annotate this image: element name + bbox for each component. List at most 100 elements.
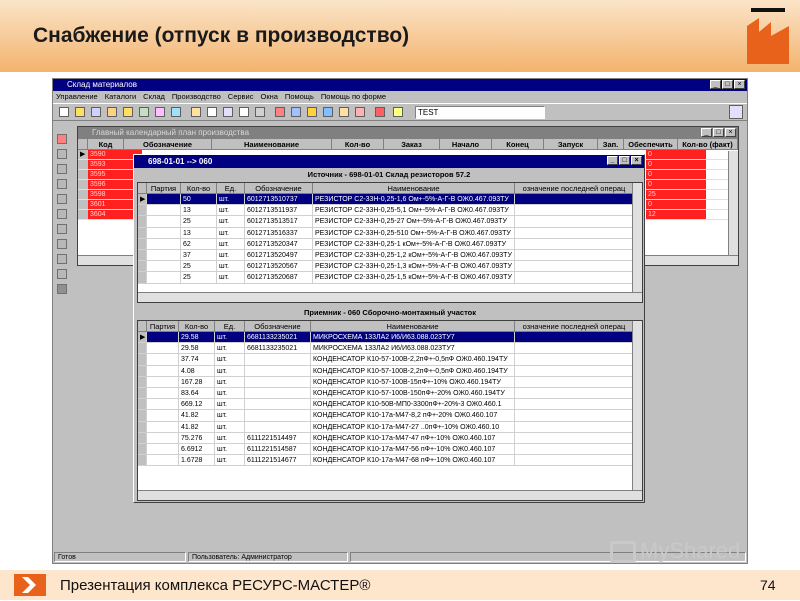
side-tool-icon[interactable] [57,194,67,204]
toolbar-search-input[interactable]: TEST [415,106,545,119]
table-icon[interactable] [107,107,117,117]
side-tool-icon[interactable] [57,254,67,264]
box-icon[interactable] [339,107,349,117]
table-row[interactable]: 37.74 шт. КОНДЕНСАТОР К10-57-100В-2,2пФ+-0… [138,354,642,366]
source-horizontal-scrollbar[interactable] [138,292,642,302]
calc-icon[interactable] [255,107,265,117]
side-tool-icon[interactable] [57,269,67,279]
table-row[interactable]: 25 шт. 6012713520687 РЕЗИСТОР С2-33Н-0,25-1… [138,272,642,284]
col-header[interactable]: Обозначение [245,321,311,331]
arrow-icon[interactable] [307,107,317,117]
open-folder-icon[interactable] [75,107,85,117]
globe-icon[interactable] [291,107,301,117]
col-header[interactable]: Партия [147,183,181,193]
col-header[interactable]: Кол-во (факт) [678,139,738,149]
copy-icon[interactable] [239,107,249,117]
minimize-button[interactable]: _ [710,80,721,89]
table-row[interactable]: 13 шт. 6012713511937 РЕЗИСТОР С2-33Н-0,25-5… [138,205,642,217]
warning-icon[interactable] [375,107,385,117]
alert-icon[interactable] [393,107,403,117]
maximize-button[interactable]: □ [722,80,733,89]
col-header[interactable]: Партия [147,321,179,331]
col-header[interactable]: Запуск [544,139,598,149]
target-vertical-scrollbar[interactable] [632,321,642,491]
table-row[interactable]: 669.12 шт. КОНДЕНСАТОР К10-50В-МП0-3300пФ+… [138,399,642,411]
side-tool-icon[interactable] [57,134,67,144]
side-tool-icon[interactable] [57,284,67,294]
col-header[interactable]: означение последней операц [515,183,634,193]
table-row[interactable]: 83.64 шт. КОНДЕНСАТОР К10-57-100В-150пФ+-2… [138,387,642,400]
tools-icon[interactable] [155,107,165,117]
table-row[interactable]: 62 шт. 6012713520347 РЕЗИСТОР С2-33Н-0,25-1… [138,238,642,250]
table-row[interactable]: 41.82 шт. КОНДЕНСАТОР К10-17а-М47-27 ..0пФ… [138,421,642,433]
new-doc-icon[interactable] [59,107,69,117]
close-button[interactable]: × [725,128,736,137]
search-icon[interactable] [729,105,743,119]
table-row[interactable]: 4.08 шт. КОНДЕНСАТОР К10-57-100В-2,2пФ+-0,… [138,365,642,377]
menu-item-form-help[interactable]: Помощь по форме [321,91,386,103]
minimize-button[interactable]: _ [701,128,712,137]
table-row[interactable]: 37 шт. 6012713520497 РЕЗИСТОР С2-33Н-0,25-1… [138,249,642,262]
col-header[interactable]: Код [88,139,124,149]
col-header[interactable]: Начало [440,139,492,149]
plan-window-titlebar[interactable]: Главный календарный план производства _ … [78,127,738,139]
table-row[interactable]: 1.6728 шт. 6111221514677 КОНДЕНСАТОР К10-17… [138,455,642,467]
col-header[interactable]: Наименование [313,183,515,193]
col-header[interactable]: Заказ [384,139,440,149]
side-tool-icon[interactable] [57,239,67,249]
table-row[interactable]: 41.82 шт. КОНДЕНСАТОР К10-17а-М47-8,2 пФ+-… [138,410,642,422]
col-header[interactable]: Конец [492,139,544,149]
col-header[interactable]: Ед. [215,321,245,331]
col-header[interactable]: Кол-во [332,139,384,149]
maximize-button[interactable]: □ [619,156,630,165]
minimize-button[interactable]: _ [607,156,618,165]
table-row[interactable]: 167.28 шт. КОНДЕНСАТОР К10-57-100В-15пФ+-1… [138,376,642,388]
plan-vertical-scrollbar[interactable] [728,151,738,255]
col-header[interactable]: Кол-во [179,321,215,331]
home-icon[interactable] [191,107,201,117]
menu-item-catalogs[interactable]: Каталоги [105,91,136,103]
chart-icon[interactable] [355,107,365,117]
close-button[interactable]: × [734,80,745,89]
col-header[interactable]: Обозначение [124,139,212,149]
table-row[interactable]: 25 шт. 6012713513517 РЕЗИСТОР С2-33Н-0,25-2… [138,216,642,228]
table-row[interactable]: 6.6912 шт. 6111221514587 КОНДЕНСАТОР К10-17… [138,443,642,456]
doc-icon[interactable] [207,107,217,117]
close-button[interactable]: × [631,156,642,165]
table-row[interactable]: 13 шт. 6012713516337 РЕЗИСТОР С2-33Н-0,25-5… [138,227,642,239]
menu-item-service[interactable]: Сервис [228,91,254,103]
side-tool-icon[interactable] [57,209,67,219]
menu-item-management[interactable]: Управление [56,91,98,103]
table-row[interactable]: 25 шт. 6012713520567 РЕЗИСТОР С2-33Н-0,25-1… [138,261,642,273]
menu-item-windows[interactable]: Окна [260,91,277,103]
side-tool-icon[interactable] [57,149,67,159]
col-header[interactable]: Наименование [311,321,515,331]
side-tool-icon[interactable] [57,224,67,234]
target-horizontal-scrollbar[interactable] [138,490,642,500]
col-header[interactable]: Зап. [598,139,624,149]
cart-icon[interactable] [323,107,333,117]
table-row[interactable]: ▶ 29.58 шт. 6681133235021 МИКРОСХЕМА 133ЛА2 … [138,332,642,344]
folder-icon[interactable] [123,107,133,117]
maximize-button[interactable]: □ [713,128,724,137]
table-row[interactable]: ▶ 50 шт. 6012713510737 РЕЗИСТОР С2-33Н-0,25-… [138,194,642,206]
side-tool-icon[interactable] [57,179,67,189]
col-header[interactable]: Ед. [217,183,245,193]
col-header[interactable]: Обозначение [245,183,313,193]
list-icon[interactable] [139,107,149,117]
truck-icon[interactable] [275,107,285,117]
save-icon[interactable] [91,107,101,117]
doc-stack-icon[interactable] [223,107,233,117]
graph-icon[interactable] [171,107,181,117]
app-titlebar[interactable]: Склад материалов _ □ × [53,79,747,91]
table-row[interactable]: 75.276 шт. 6111221514497 КОНДЕНСАТОР К10-17… [138,432,642,444]
side-tool-icon[interactable] [57,164,67,174]
col-header[interactable]: Кол-во [181,183,217,193]
menu-item-warehouse[interactable]: Склад [143,91,165,103]
source-vertical-scrollbar[interactable] [632,183,642,293]
col-header[interactable]: Обеспечить [624,139,678,149]
table-row[interactable]: 29.58 шт. 6681133235021 МИКРОСХЕМА 133ЛА2 И… [138,343,642,355]
col-header[interactable]: означение последней операц [515,321,634,331]
menu-item-production[interactable]: Производство [172,91,221,103]
col-header[interactable]: Наименование [212,139,332,149]
